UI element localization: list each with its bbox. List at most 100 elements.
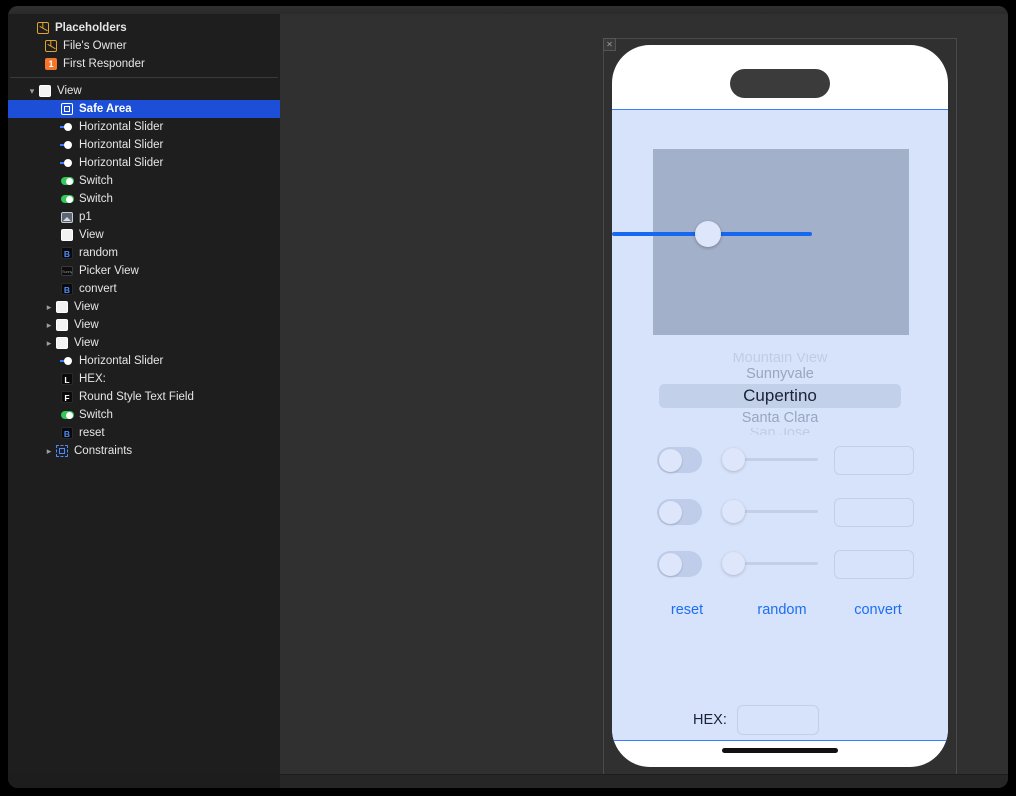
outline-row-view[interactable]: View xyxy=(8,82,280,100)
outline-row-label: Round Style Text Field xyxy=(79,391,194,403)
interface-builder-canvas[interactable]: ✕ Mountain View Sunnyvale Cupertino Sant… xyxy=(280,14,1008,774)
horizontal-slider[interactable] xyxy=(722,552,818,575)
outline-row-horizontal-slider[interactable]: Horizontal Slider xyxy=(8,136,280,154)
horizontal-slider[interactable] xyxy=(722,500,818,523)
slider-icon xyxy=(60,138,74,152)
hex-text-field[interactable] xyxy=(737,705,819,735)
disclosure-triangle-icon[interactable] xyxy=(43,316,55,334)
outline-row-safe-area[interactable]: Safe Area xyxy=(8,100,280,118)
text-field-icon: F xyxy=(60,390,74,404)
control-row xyxy=(612,440,948,492)
slider-thumb[interactable] xyxy=(695,221,721,247)
first-responder-icon: 1 xyxy=(44,57,58,71)
outline-row-constraints[interactable]: Constraints xyxy=(8,442,280,460)
outline-row-view[interactable]: View xyxy=(8,316,280,334)
outline-row-label: File's Owner xyxy=(63,40,127,52)
disclosure-triangle-icon[interactable] xyxy=(43,334,55,352)
outline-row-picker-view[interactable]: Sunny Picker View xyxy=(8,262,280,280)
switch-icon xyxy=(60,174,74,188)
button-icon: B xyxy=(60,246,74,260)
outline-row-random[interactable]: B random xyxy=(8,244,280,262)
slider-thumb[interactable] xyxy=(722,552,745,575)
window-titlebar xyxy=(8,6,1008,14)
reset-button[interactable]: reset xyxy=(652,600,722,620)
outline-row-label: Horizontal Slider xyxy=(79,355,164,367)
document-outline-sidebar[interactable]: Placeholders File's Owner 1 First Respon… xyxy=(8,14,281,774)
home-indicator xyxy=(722,748,838,753)
button-icon: B xyxy=(60,426,74,440)
outline-row-reset[interactable]: B reset xyxy=(8,424,280,442)
slider-icon xyxy=(60,354,74,368)
outline-row-first-responder[interactable]: 1 First Responder xyxy=(8,55,280,73)
switch-toggle[interactable] xyxy=(657,499,702,525)
outline-row-p1[interactable]: p1 xyxy=(8,208,280,226)
outline-row-horizontal-slider[interactable]: Horizontal Slider xyxy=(8,118,280,136)
value-text-field[interactable] xyxy=(834,498,914,527)
switch-toggle[interactable] xyxy=(657,551,702,577)
outline-row-convert[interactable]: B convert xyxy=(8,280,280,298)
label-icon: L xyxy=(60,372,74,386)
picker-row[interactable]: San Jose xyxy=(659,428,901,435)
outline-row-horizontal-slider[interactable]: Horizontal Slider xyxy=(8,154,280,172)
canvas-resize-handle[interactable]: ✕ xyxy=(603,38,616,51)
outline-row-label: Switch xyxy=(79,193,113,205)
outline-row-label: reset xyxy=(79,427,105,439)
outline-row-horizontal-slider[interactable]: Horizontal Slider xyxy=(8,352,280,370)
outline-row-switch[interactable]: Switch xyxy=(8,172,280,190)
view-icon xyxy=(55,336,69,350)
value-text-field[interactable] xyxy=(834,446,914,475)
dynamic-island xyxy=(730,69,830,98)
slider-icon xyxy=(60,120,74,134)
picker-view[interactable]: Mountain View Sunnyvale Cupertino Santa … xyxy=(659,353,901,435)
placeholder-icon xyxy=(36,21,50,35)
outline-row-label: Placeholders xyxy=(55,22,127,34)
value-text-field[interactable] xyxy=(834,550,914,579)
picker-view-icon: Sunny xyxy=(60,264,74,278)
outline-row-view[interactable]: View xyxy=(8,226,280,244)
outline-row-switch[interactable]: Switch xyxy=(8,406,280,424)
outline-row-label: random xyxy=(79,247,118,259)
outline-row-files-owner[interactable]: File's Owner xyxy=(8,37,280,55)
placeholder-icon xyxy=(44,39,58,53)
outline-row-switch[interactable]: Switch xyxy=(8,190,280,208)
outline-row-hex-label[interactable]: L HEX: xyxy=(8,370,280,388)
picker-row[interactable]: Santa Clara xyxy=(659,408,901,428)
window-body: Placeholders File's Owner 1 First Respon… xyxy=(8,14,1008,774)
outline-row-label: First Responder xyxy=(63,58,145,70)
outline-row-label: HEX: xyxy=(79,373,106,385)
statusbar-sidebar-section xyxy=(8,775,280,788)
constraints-icon xyxy=(55,444,69,458)
disclosure-triangle-icon[interactable] xyxy=(26,82,38,100)
device-canvas-frame[interactable]: ✕ Mountain View Sunnyvale Cupertino Sant… xyxy=(603,38,957,774)
picker-row-selected[interactable]: Cupertino xyxy=(659,384,901,408)
outline-row-round-style-text-field[interactable]: F Round Style Text Field xyxy=(8,388,280,406)
outline-row-placeholders[interactable]: Placeholders xyxy=(8,19,280,37)
outline-row-label: Switch xyxy=(79,175,113,187)
button-icon: B xyxy=(60,282,74,296)
slider-thumb[interactable] xyxy=(722,500,745,523)
slider-track xyxy=(734,510,818,513)
disclosure-triangle-icon[interactable] xyxy=(43,298,55,316)
random-button[interactable]: random xyxy=(742,600,822,620)
outline-row-label: Switch xyxy=(79,409,113,421)
outline-row-label: Picker View xyxy=(79,265,139,277)
horizontal-slider[interactable] xyxy=(722,448,818,471)
picker-row[interactable]: Sunnyvale xyxy=(659,364,901,384)
outline-row-view[interactable]: View xyxy=(8,334,280,352)
view-icon xyxy=(38,84,52,98)
convert-button[interactable]: convert xyxy=(840,600,916,620)
disclosure-triangle-icon[interactable] xyxy=(43,442,55,460)
outline-row-label: Safe Area xyxy=(79,103,132,115)
view-icon xyxy=(55,318,69,332)
picker-row[interactable]: Mountain View xyxy=(659,353,901,364)
outline-row-view[interactable]: View xyxy=(8,298,280,316)
outline-row-label: Constraints xyxy=(74,445,133,457)
control-row xyxy=(612,544,948,596)
outline-row-label: Horizontal Slider xyxy=(79,121,164,133)
top-horizontal-slider[interactable] xyxy=(612,221,812,247)
slider-thumb[interactable] xyxy=(722,448,745,471)
device-screen[interactable]: Mountain View Sunnyvale Cupertino Santa … xyxy=(612,109,948,741)
switch-toggle[interactable] xyxy=(657,447,702,473)
iphone-device-mockup: Mountain View Sunnyvale Cupertino Santa … xyxy=(612,45,948,767)
image-view-p1[interactable] xyxy=(653,149,909,335)
